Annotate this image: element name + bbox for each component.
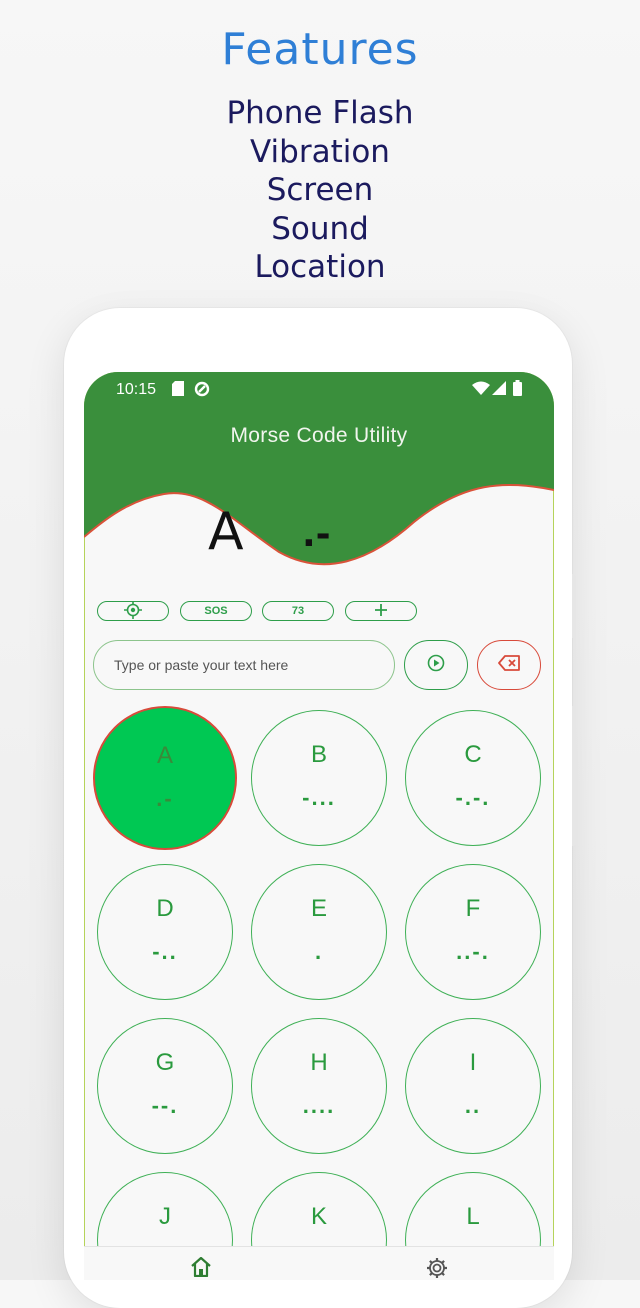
play-icon: [427, 654, 445, 677]
feature-item: Location: [254, 249, 386, 285]
key-letter: H: [310, 1049, 328, 1076]
key-letter: A: [156, 742, 173, 769]
morse-key-b[interactable]: B -...: [251, 710, 387, 846]
current-morse-code: .-: [302, 514, 331, 555]
key-morse-code: ....: [302, 1093, 336, 1118]
key-letter: I: [469, 1049, 477, 1076]
key-morse-code: -..: [152, 939, 178, 964]
status-time: 10:15: [116, 381, 157, 398]
app-screen: 10:15 Morse Code Utility A .- SOS 73 Typ…: [84, 372, 554, 1280]
key-letter: C: [464, 741, 482, 768]
morse-key-f[interactable]: F ..-.: [405, 864, 541, 1000]
text-input-placeholder: Type or paste your text here: [114, 657, 289, 673]
key-letter: B: [310, 741, 327, 768]
key-letter: F: [465, 895, 481, 922]
key-morse-code: --.: [151, 1093, 179, 1118]
wifi-icon: [472, 381, 490, 400]
current-letter: A: [208, 502, 244, 562]
morse-key-i[interactable]: I..: [405, 1018, 541, 1154]
feature-item: Sound: [271, 210, 369, 247]
feature-item: Phone Flash: [226, 95, 414, 131]
feature-item: Screen: [266, 172, 374, 208]
plus-icon: [374, 603, 388, 620]
play-button[interactable]: [404, 640, 468, 690]
morse-key-c[interactable]: C -.-.: [405, 710, 541, 846]
sos-chip[interactable]: SOS: [180, 601, 252, 621]
key-morse-code: .-: [156, 786, 174, 811]
key-letter: K: [310, 1203, 327, 1230]
morse-key-e[interactable]: E.: [251, 864, 387, 1000]
home-icon[interactable]: [190, 1256, 212, 1280]
sync-icon: [194, 381, 210, 402]
backspace-icon: [498, 654, 520, 676]
text-input[interactable]: Type or paste your text here: [93, 640, 395, 690]
key-morse-code: ..-.: [456, 939, 490, 964]
key-letter: D: [156, 895, 174, 922]
location-chip[interactable]: [97, 600, 169, 622]
morse-key-g[interactable]: G --.: [97, 1018, 233, 1154]
crosshair-icon: [124, 600, 142, 622]
morse-key-d[interactable]: D -..: [97, 864, 233, 1000]
power-button: [572, 706, 576, 846]
status-bar: 10:15: [84, 372, 554, 406]
feature-list: Phone Flash Vibration Screen Sound Locat…: [0, 94, 640, 287]
bottom-navigation: [84, 1246, 554, 1280]
morse-key-a[interactable]: A .-: [93, 706, 237, 850]
promo-title: Features: [221, 24, 419, 75]
key-morse-code: -.-.: [455, 785, 491, 810]
battery-icon: [513, 380, 522, 401]
key-letter: J: [159, 1203, 171, 1230]
key-morse-code: ..: [464, 1093, 482, 1118]
gear-icon[interactable]: [426, 1257, 448, 1280]
key-morse-code: -...: [302, 785, 336, 810]
key-morse-code: .: [314, 939, 324, 964]
seventy-three-chip[interactable]: 73: [262, 601, 334, 621]
volume-button: [572, 574, 576, 638]
key-letter: G: [155, 1049, 175, 1076]
feature-item: Vibration: [250, 133, 390, 170]
app-title: Morse Code Utility: [230, 424, 408, 447]
morse-key-h[interactable]: H....: [251, 1018, 387, 1154]
key-letter: L: [466, 1203, 480, 1230]
clear-button[interactable]: [477, 640, 541, 690]
sd-card-icon: [172, 381, 184, 401]
signal-icon: [492, 381, 506, 400]
key-letter: E: [310, 895, 327, 922]
add-chip[interactable]: [345, 601, 417, 621]
